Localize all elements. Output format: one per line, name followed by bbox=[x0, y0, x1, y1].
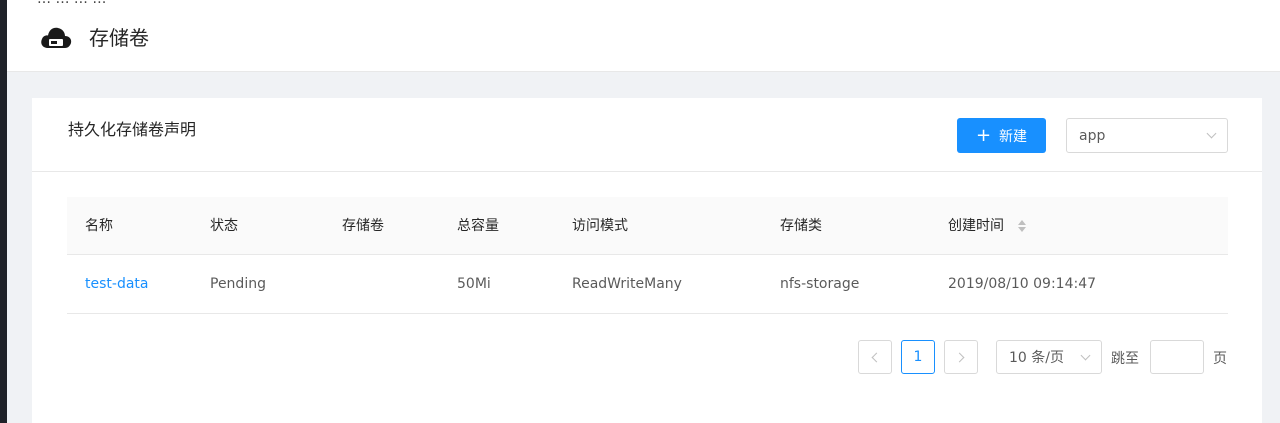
next-page-button[interactable] bbox=[944, 340, 978, 374]
pvc-name-link[interactable]: test-data bbox=[85, 276, 148, 292]
new-button-label: 新建 bbox=[999, 128, 1028, 145]
pvc-card: 持久化存储卷声明 + 新建 app 名称 状态 存储卷 总容量 访问模式 存储类… bbox=[32, 98, 1262, 423]
jump-label: 跳至 bbox=[1111, 351, 1139, 367]
page-size-value: 10 条/页 bbox=[1009, 350, 1064, 366]
card-header: 持久化存储卷声明 + 新建 app bbox=[32, 98, 1262, 172]
col-status: 状态 bbox=[210, 197, 342, 255]
pvc-table: 名称 状态 存储卷 总容量 访问模式 存储类 创建时间 test-data Pe… bbox=[67, 197, 1228, 314]
cell-storage-class: nfs-storage bbox=[780, 254, 948, 314]
chevron-right-icon bbox=[954, 352, 965, 362]
new-button[interactable]: + 新建 bbox=[957, 118, 1046, 153]
card-title: 持久化存储卷声明 bbox=[68, 120, 197, 139]
chevron-down-icon bbox=[1080, 350, 1091, 360]
cell-access-mode: ReadWriteMany bbox=[572, 254, 780, 314]
table-header-row: 名称 状态 存储卷 总容量 访问模式 存储类 创建时间 bbox=[67, 197, 1228, 255]
page-1-button[interactable]: 1 bbox=[901, 340, 935, 374]
col-created-label: 创建时间 bbox=[948, 218, 1004, 235]
chevron-down-icon bbox=[1206, 128, 1217, 139]
col-created[interactable]: 创建时间 bbox=[948, 197, 1228, 255]
cloud-storage-icon bbox=[41, 27, 72, 48]
col-name: 名称 bbox=[67, 197, 210, 255]
jump-page-input[interactable] bbox=[1150, 340, 1204, 374]
cell-created: 2019/08/10 09:14:47 bbox=[948, 254, 1228, 314]
page-suffix: 页 bbox=[1213, 351, 1227, 367]
cell-capacity: 50Mi bbox=[457, 254, 572, 314]
col-storage-class: 存储类 bbox=[780, 197, 948, 255]
prev-page-button[interactable] bbox=[858, 340, 892, 374]
col-access-mode: 访问模式 bbox=[572, 197, 780, 255]
sort-icon[interactable] bbox=[1018, 220, 1027, 233]
table-row: test-data Pending 50Mi ReadWriteMany nfs… bbox=[67, 254, 1228, 314]
plus-icon: + bbox=[975, 124, 992, 146]
page-title: 存储卷 bbox=[89, 26, 149, 50]
cell-status: Pending bbox=[210, 254, 342, 314]
clipped-breadcrumb: … … … … bbox=[37, 0, 106, 7]
page-header: … … … … 存储卷 bbox=[7, 0, 1280, 72]
col-capacity: 总容量 bbox=[457, 197, 572, 255]
page-size-select[interactable]: 10 条/页 bbox=[996, 340, 1102, 374]
chevron-left-icon bbox=[871, 352, 882, 362]
col-volume: 存储卷 bbox=[342, 197, 457, 255]
namespace-select[interactable]: app bbox=[1066, 118, 1228, 153]
sidebar-edge bbox=[0, 0, 7, 423]
namespace-select-value: app bbox=[1079, 127, 1106, 144]
cell-volume bbox=[342, 254, 457, 314]
